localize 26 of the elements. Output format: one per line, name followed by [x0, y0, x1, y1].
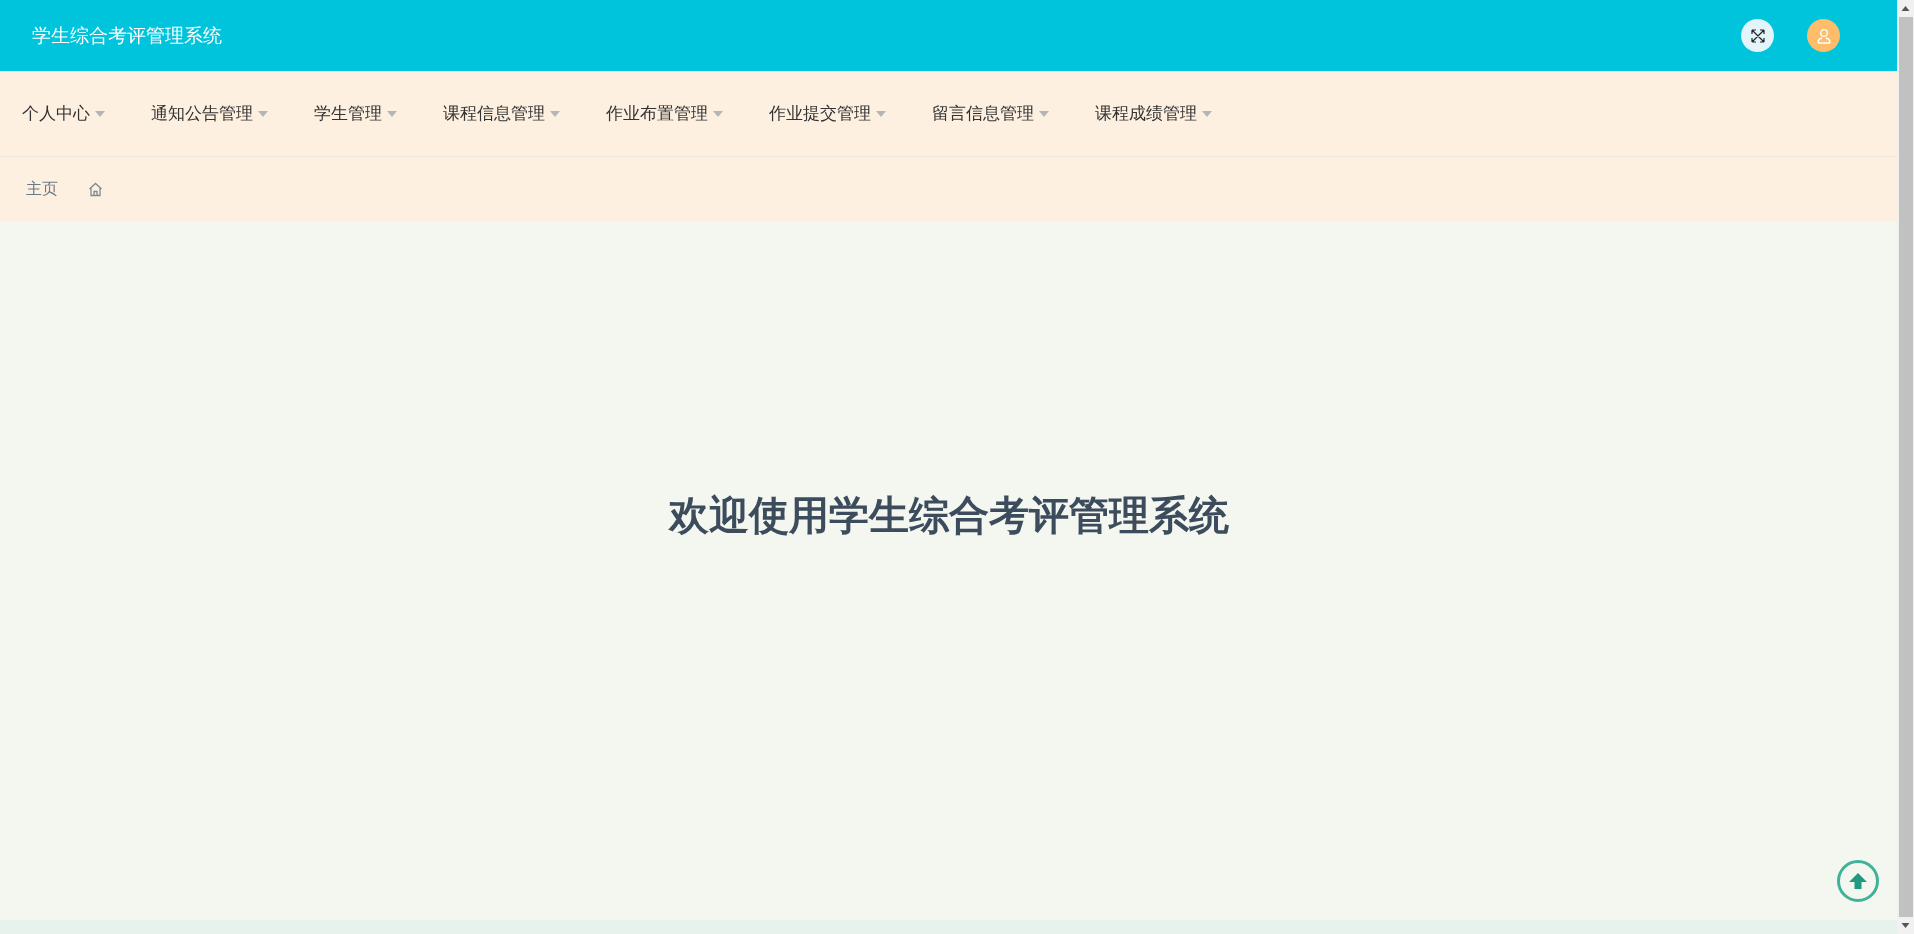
- welcome-heading: 欢迎使用学生综合考评管理系统: [668, 491, 1229, 540]
- menu-item[interactable]: 学生管理: [314, 100, 382, 127]
- caret-icon[interactable]: [258, 110, 268, 117]
- arrow-up-icon: [1848, 871, 1868, 891]
- expand-icon: [1749, 27, 1766, 44]
- caret-icon[interactable]: [713, 110, 723, 117]
- fullscreen-button[interactable]: [1741, 19, 1774, 52]
- menu-item[interactable]: 留言信息管理: [932, 100, 1034, 127]
- menu-item[interactable]: 个人中心: [22, 100, 90, 127]
- caret-icon[interactable]: [1202, 110, 1212, 117]
- menu-item[interactable]: 作业布置管理: [606, 100, 708, 127]
- back-to-top-button[interactable]: [1837, 860, 1879, 902]
- caret-icon[interactable]: [95, 110, 105, 117]
- menu-item[interactable]: 作业提交管理: [769, 100, 871, 127]
- menu-item[interactable]: 课程信息管理: [443, 100, 545, 127]
- caret-icon[interactable]: [876, 110, 886, 117]
- menu-item[interactable]: 通知公告管理: [151, 100, 253, 127]
- caret-icon[interactable]: [387, 110, 397, 117]
- breadcrumb-link[interactable]: 主页: [26, 177, 58, 201]
- app-title: 学生综合考评管理系统: [32, 23, 222, 49]
- menu-item[interactable]: 课程成绩管理: [1095, 100, 1197, 127]
- caret-icon[interactable]: [1039, 110, 1049, 117]
- caret-icon[interactable]: [550, 110, 560, 117]
- user-avatar-button[interactable]: [1807, 19, 1840, 52]
- user-icon: [1815, 27, 1832, 44]
- home-icon[interactable]: [88, 181, 103, 197]
